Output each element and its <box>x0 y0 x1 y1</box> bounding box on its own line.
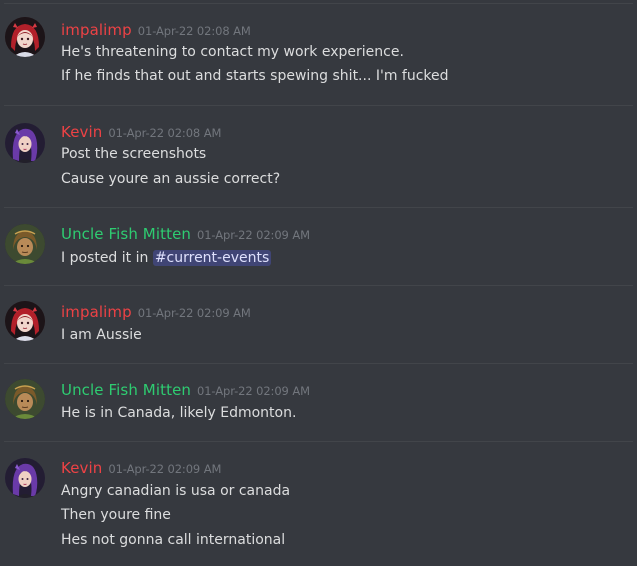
message-text: Cause youre an aussie correct? <box>61 171 281 187</box>
message-header: impalimp 01-Apr-22 02:09 AM <box>61 302 251 323</box>
timestamp[interactable]: 01-Apr-22 02:08 AM <box>138 24 251 38</box>
message-text: He's threatening to contact my work expe… <box>61 44 404 60</box>
message-header: Uncle Fish Mitten 01-Apr-22 02:09 AM <box>61 224 310 245</box>
timestamp[interactable]: 01-Apr-22 02:09 AM <box>197 228 310 242</box>
channel-mention[interactable]: #current-events <box>152 250 272 266</box>
green-portrait-avatar-icon[interactable] <box>5 379 45 419</box>
message-group: Uncle Fish Mitten 01-Apr-22 02:09 AM He i… <box>0 364 637 441</box>
username[interactable]: Uncle Fish Mitten <box>61 225 191 243</box>
purple-haired-avatar-icon[interactable] <box>5 458 45 498</box>
username[interactable]: Kevin <box>61 459 102 477</box>
message-text: Angry canadian is usa or canada <box>61 483 291 499</box>
message-header: Kevin 01-Apr-22 02:08 AM <box>61 122 221 143</box>
message-group: Uncle Fish Mitten 01-Apr-22 02:09 AM I po… <box>0 208 637 285</box>
message-text: Then youre fine <box>61 507 171 523</box>
message-header: impalimp 01-Apr-22 02:08 AM <box>61 20 251 41</box>
message-group: impalimp 01-Apr-22 02:08 AM He's threaten… <box>0 0 637 104</box>
message-list: impalimp 01-Apr-22 02:08 AM He's threaten… <box>0 0 637 566</box>
message-text-prefix: I posted it in <box>61 250 149 266</box>
timestamp[interactable]: 01-Apr-22 02:08 AM <box>108 126 221 140</box>
username[interactable]: Uncle Fish Mitten <box>61 381 191 399</box>
username[interactable]: impalimp <box>61 303 132 321</box>
username[interactable]: Kevin <box>61 123 102 141</box>
message-header: Kevin 01-Apr-22 02:09 AM <box>61 458 221 479</box>
username[interactable]: impalimp <box>61 21 132 39</box>
message-text: I am Aussie <box>61 327 142 343</box>
message-text: Hes not gonna call international <box>61 532 286 548</box>
purple-haired-avatar-icon[interactable] <box>5 123 45 163</box>
message-group: impalimp 01-Apr-22 02:09 AM I am Aussie <box>0 286 637 363</box>
message-header: Uncle Fish Mitten 01-Apr-22 02:09 AM <box>61 380 310 401</box>
red-haired-avatar-icon[interactable] <box>5 301 45 341</box>
message-text: He is in Canada, likely Edmonton. <box>61 405 297 421</box>
green-portrait-avatar-icon[interactable] <box>5 224 45 264</box>
message-text: Post the screenshots <box>61 146 207 162</box>
red-haired-avatar-icon[interactable] <box>5 17 45 57</box>
timestamp[interactable]: 01-Apr-22 02:09 AM <box>138 306 251 320</box>
message-text: If he finds that out and starts spewing … <box>61 68 449 84</box>
timestamp[interactable]: 01-Apr-22 02:09 AM <box>197 384 310 398</box>
timestamp[interactable]: 01-Apr-22 02:09 AM <box>108 462 221 476</box>
message-group: Kevin 01-Apr-22 02:09 AM Angry canadian i… <box>0 442 637 566</box>
message-group: Kevin 01-Apr-22 02:08 AM Post the screens… <box>0 106 637 206</box>
message-text: I posted it in #current-events <box>61 248 272 268</box>
